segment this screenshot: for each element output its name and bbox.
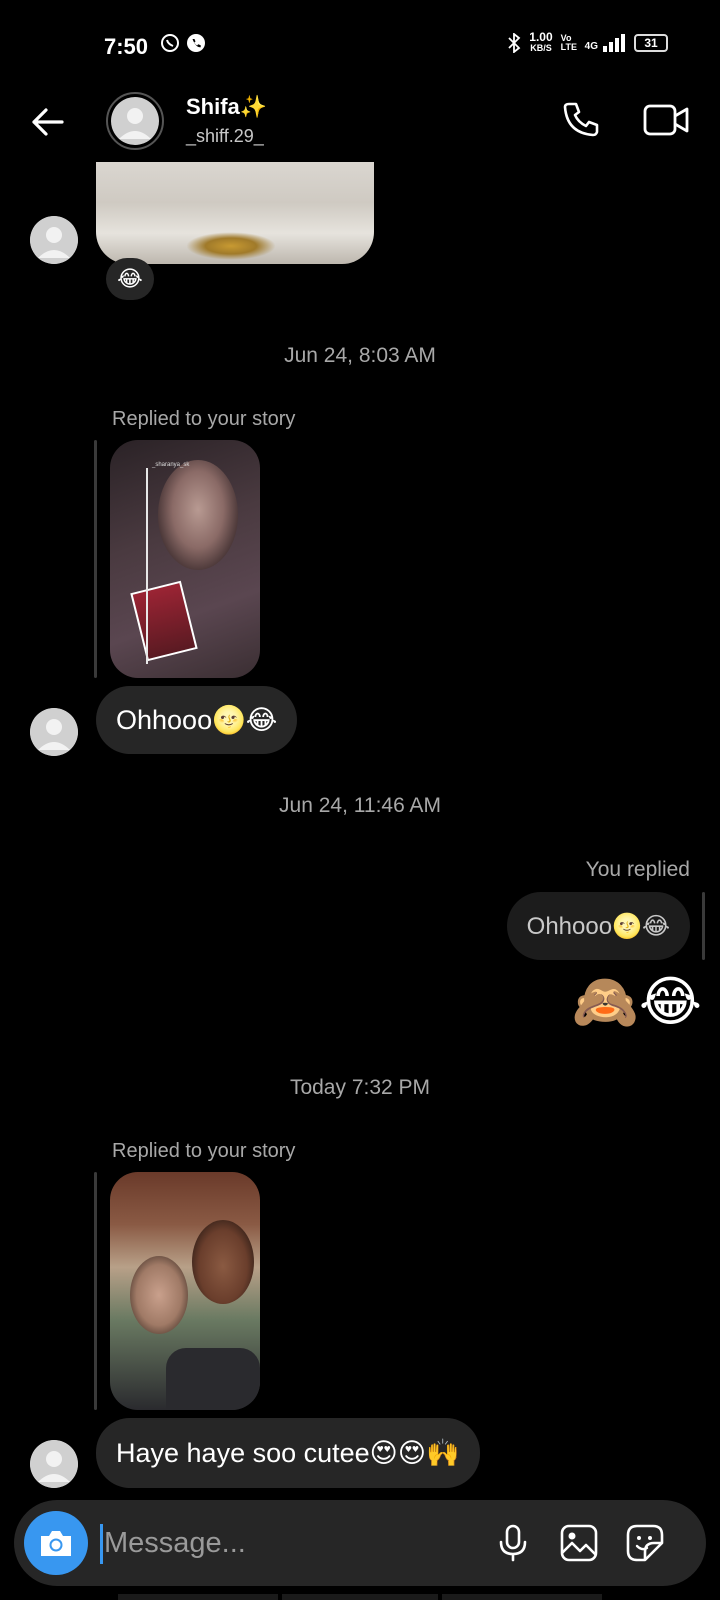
nav-bar-hint [282,1594,438,1600]
contact-avatar[interactable] [106,92,164,150]
network-speed: 1.00 KB/S [529,30,553,54]
reply-quote-line [702,892,705,960]
nav-bar-hint [118,1594,278,1600]
contact-name[interactable]: Shifa✨ [186,94,267,120]
status-time: 7:50 [104,34,149,59]
arrow-left-icon [32,108,64,136]
signal-icon [603,34,625,52]
signal-indicator: 4G [585,34,626,52]
message-reaction[interactable]: 😂 [106,258,154,300]
status-notification-icons [160,33,206,53]
you-replied-label: You replied [585,858,690,881]
timestamp: Jun 24, 8:03 AM [284,344,436,367]
status-right-icons: 1.00 KB/S Vo LTE 4G 31 [507,30,668,54]
microphone-icon [499,1524,527,1562]
image-icon [560,1524,598,1562]
default-avatar-icon [30,216,78,264]
battery-indicator: 31 [634,34,668,52]
back-button[interactable] [26,100,70,144]
sent-emoji-message[interactable]: 🙈😂 [572,970,702,1034]
gallery-button[interactable] [556,1520,602,1566]
default-avatar-icon [30,708,78,756]
timestamp: Today 7:32 PM [289,1076,431,1099]
voice-message-button[interactable] [490,1520,536,1566]
phone-icon [563,102,599,137]
volte-label: Vo LTE [560,33,577,52]
message-bubble[interactable]: Ohhooo🌝😂 [96,686,298,754]
sender-avatar[interactable] [30,1440,78,1488]
replied-to-story-label: Replied to your story [112,1140,296,1162]
default-avatar-icon [30,1440,78,1488]
nav-bar-hint [442,1594,602,1600]
story-thumbnail[interactable]: _sharanya_sk [110,440,260,678]
sender-avatar[interactable] [30,708,78,756]
replied-to-story-label: Replied to your story [112,408,296,430]
sticker-icon [626,1524,664,1562]
phone-call-icon [187,34,205,52]
video-call-button[interactable] [642,98,690,142]
video-camera-icon [643,104,689,136]
message-composer [14,1500,706,1586]
reply-quote-line [94,1172,97,1410]
timestamp: Jun 24, 11:46 AM [279,794,441,817]
whatsapp-icon [161,34,179,52]
message-input[interactable] [104,1520,484,1566]
voice-call-button[interactable] [560,98,604,142]
sticker-button[interactable] [622,1520,668,1566]
network-type-label: 4G [584,41,598,52]
contact-username[interactable]: _shiff.29_ [186,126,264,147]
message-bubble[interactable]: Haye haye soo cutee😍😍🙌 [96,1418,480,1488]
reply-quote-bubble[interactable]: Ohhooo🌝😂 [506,892,690,960]
story-thumbnail[interactable] [110,1172,260,1410]
reply-quote-line [94,440,97,678]
photo-message[interactable] [96,162,374,264]
camera-button[interactable] [24,1511,88,1575]
story-username: _sharanya_sk [152,462,190,468]
text-caret [100,1524,103,1564]
network-speed-unit: KB/S [530,43,552,53]
sender-avatar[interactable] [30,216,78,264]
chat-header: Shifa✨ _shiff.29_ [0,92,720,162]
camera-icon [41,1531,71,1556]
status-bar: 7:50 1.00 KB/S Vo LTE 4G 31 [0,0,720,92]
network-speed-value: 1.00 [529,30,553,44]
bluetooth-icon [508,33,521,53]
default-avatar-icon [111,97,159,145]
